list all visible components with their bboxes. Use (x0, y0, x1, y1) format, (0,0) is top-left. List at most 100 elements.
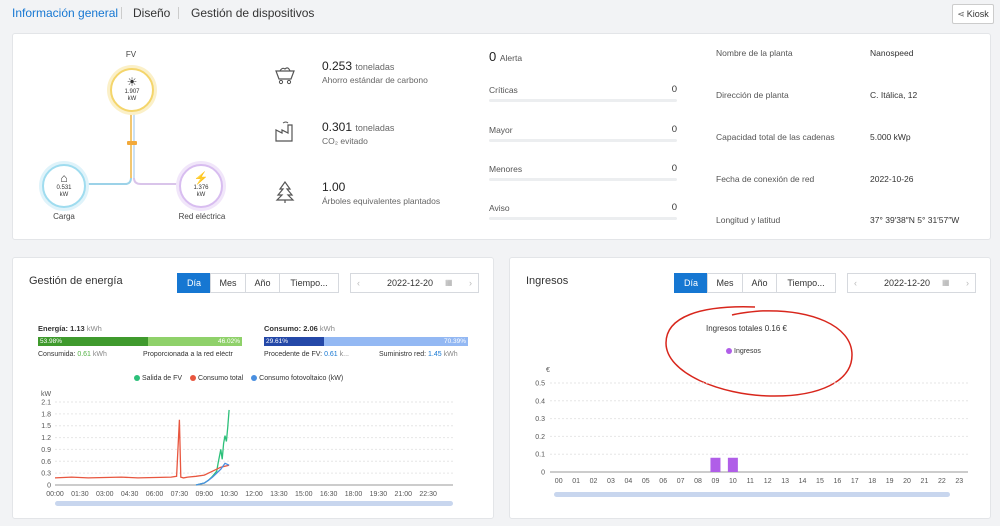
plant-capacity-value: 5.000 kWp (870, 132, 911, 142)
energy-consumed-title: Consumo: 2.06 kWh (264, 324, 335, 333)
energy-y-unit: kW (41, 391, 52, 398)
income-calendar-icon: ▦ (942, 278, 950, 287)
consumption-grid-bar: 70.39% (324, 337, 468, 346)
grid-connection-date-label: Fecha de conexión de red (716, 174, 815, 184)
energy-grid-label: Proporcionada a la red eléctr (143, 351, 233, 358)
period-lifetime-button[interactable]: Tiempo... (279, 273, 339, 293)
income-x-tick: 19 (886, 478, 894, 485)
alert-total[interactable]: 0 Alerta (489, 49, 522, 64)
income-x-tick: 07 (677, 478, 685, 485)
share-icon: ⋖ (957, 9, 965, 19)
income-prev-date-icon[interactable]: ‹ (854, 274, 857, 292)
alert-warning-bar (489, 217, 677, 220)
coal-cart-icon (275, 67, 295, 85)
energy-x-tick: 12:00 (245, 491, 263, 498)
energy-line-chart[interactable]: kW 2.1 1.8 1.5 1.2 0.9 0.6 0.3 000:00 01:30 03:00 0… (13, 390, 493, 498)
income-bar-chart[interactable]: €0.50.40.30.20.1000 01 02 03 04 05 06 07 08 09 10 1… (510, 362, 990, 492)
trees-value: 1.00 (322, 180, 346, 194)
income-x-tick: 14 (799, 478, 807, 485)
income-next-date-icon[interactable]: › (966, 274, 969, 292)
grid-connection-date-value: 2022-10-26 (870, 174, 914, 184)
income-y-tick: 0 (541, 470, 545, 477)
income-x-tick: 11 (747, 478, 754, 485)
energy-x-tick: 09:00 (195, 491, 213, 498)
energy-y-tick: 1.8 (41, 411, 51, 418)
pv-unit: kW (127, 96, 137, 102)
energy-x-tick: 03:00 (96, 491, 114, 498)
grid-unit: kW (196, 192, 206, 198)
energy-chart-scrollbar[interactable] (55, 501, 453, 506)
energy-legend: Salida de FV Consumo total Consumo fotov… (128, 375, 343, 382)
legend-selfpv-label[interactable]: Consumo fotovoltaico (kW) (259, 375, 343, 382)
income-period-year-button[interactable]: Año (742, 273, 777, 293)
load-label: Carga (53, 212, 75, 221)
income-bar (710, 457, 721, 472)
legend-total-label[interactable]: Consumo total (198, 375, 243, 382)
income-date-value: 2022-12-20 (884, 278, 931, 288)
pv-node[interactable]: ☀ 1.907 kW (110, 68, 154, 112)
income-x-tick: 23 (955, 478, 963, 485)
tab-diseno[interactable]: Diseño (133, 6, 170, 20)
carbon-value: 0.253 toneladas (322, 59, 395, 73)
income-x-tick: 20 (903, 478, 911, 485)
energy-date-value: 2022-12-20 (387, 278, 434, 288)
income-date-picker[interactable]: ‹ 2022-12-20 ▦ › (847, 273, 976, 293)
income-x-tick: 02 (590, 478, 598, 485)
income-x-tick: 17 (851, 478, 859, 485)
legend-selfpv-dot (251, 375, 258, 381)
prev-date-icon[interactable]: ‹ (357, 274, 360, 292)
load-node[interactable]: ⌂ 0.531 kW (42, 164, 86, 208)
income-legend: Ingresos (726, 348, 761, 355)
period-day-button[interactable]: Día (177, 273, 211, 293)
income-x-tick: 18 (868, 478, 876, 485)
period-month-button[interactable]: Mes (210, 273, 246, 293)
energy-x-tick: 19:30 (370, 491, 388, 498)
grid-label: Red eléctrica (178, 212, 226, 221)
grid-value: 1.376 (193, 185, 209, 191)
alert-minor-value: 0 (671, 163, 677, 174)
income-x-tick: 06 (659, 478, 667, 485)
income-x-tick: 16 (833, 478, 841, 485)
income-period-month-button[interactable]: Mes (707, 273, 743, 293)
energy-grid-bar: 46.02% (148, 337, 242, 346)
energy-x-tick: 00:00 (46, 491, 64, 498)
energy-x-tick: 10:30 (220, 491, 238, 498)
alert-critical-label: Críticas (489, 85, 518, 95)
legend-income-dot (726, 348, 732, 354)
tab-gestion-dispositivos[interactable]: Gestión de dispositivos (191, 6, 314, 20)
legend-income-label[interactable]: Ingresos (734, 348, 761, 355)
energy-date-picker[interactable]: ‹ 2022-12-20 ▦ › (350, 273, 479, 293)
income-y-tick: 0.3 (535, 416, 545, 423)
alert-critical-bar (489, 99, 677, 102)
income-period-day-button[interactable]: Día (674, 273, 708, 293)
legend-pv-label[interactable]: Salida de FV (142, 375, 182, 382)
energy-y-tick: 2.1 (41, 400, 51, 407)
plant-name-value: Nanospeed (870, 48, 914, 58)
consumption-pv-label: Procedente de FV: 0.61 k... (264, 351, 349, 358)
income-chart-scrollbar[interactable] (554, 492, 950, 497)
income-y-tick: 0.2 (535, 434, 545, 441)
tab-divider (121, 7, 122, 19)
co2-value: 0.301 toneladas (322, 120, 395, 134)
energy-y-tick: 0.9 (41, 447, 51, 454)
income-x-tick: 12 (764, 478, 772, 485)
energy-self-bar: 53.98% (38, 337, 148, 346)
period-year-button[interactable]: Año (245, 273, 280, 293)
income-period-lifetime-button[interactable]: Tiempo... (776, 273, 836, 293)
grid-node[interactable]: ⚡ 1.376 kW (179, 164, 223, 208)
income-x-tick: 05 (642, 478, 650, 485)
income-card: Ingresos Día Mes Año Tiempo... ‹ 2022-12… (509, 257, 991, 519)
kiosk-button[interactable]: ⋖ Kiosk (952, 4, 994, 24)
trees-label: Árboles equivalentes plantados (322, 196, 441, 206)
alert-critical-value: 0 (671, 84, 677, 95)
house-icon: ⌂ (60, 171, 68, 185)
energy-x-tick: 18:00 (345, 491, 363, 498)
tab-divider (178, 7, 179, 19)
next-date-icon[interactable]: › (469, 274, 472, 292)
tab-informacion-general[interactable]: Información general (12, 6, 118, 20)
co2-label: CO₂ evitado (322, 136, 368, 146)
coordinates-label: Longitud y latitud (716, 215, 781, 225)
energy-x-tick: 01:30 (71, 491, 89, 498)
plant-name-label: Nombre de la planta (716, 48, 793, 58)
alert-warning-value: 0 (671, 202, 677, 213)
